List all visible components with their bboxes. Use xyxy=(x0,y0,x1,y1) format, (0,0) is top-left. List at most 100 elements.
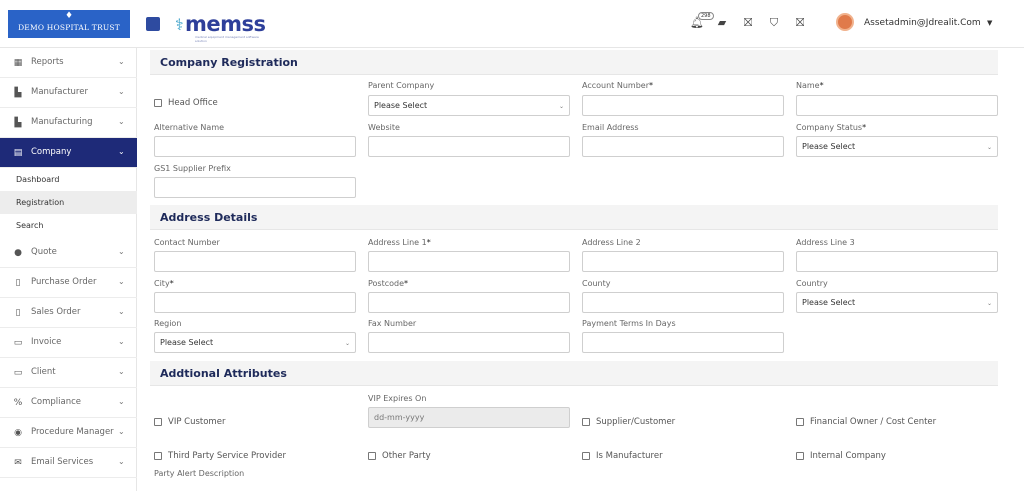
account-number-input[interactable] xyxy=(582,95,784,116)
checkbox-box[interactable] xyxy=(154,452,162,460)
sidebar-subitem-search[interactable]: Search xyxy=(0,214,137,237)
menu-toggle-button[interactable] xyxy=(146,17,160,31)
county-input[interactable] xyxy=(582,292,784,313)
chevron-down-icon: ⌄ xyxy=(986,144,992,151)
internal-company-checkbox[interactable]: Internal Company xyxy=(796,451,946,463)
financial-owner-checkbox[interactable]: Financial Owner / Cost Center xyxy=(796,417,996,429)
checkbox-box[interactable] xyxy=(154,99,162,107)
sidebar-item-invoice[interactable]: ▭ Invoice ⌄ xyxy=(0,328,137,358)
website-input[interactable] xyxy=(368,136,570,157)
section-additional-attributes: Addtional Attributes xyxy=(150,361,998,386)
sidebar-item-sales-order[interactable]: ▯ Sales Order ⌄ xyxy=(0,298,137,328)
hospital-logo[interactable]: ♦ DEMO HOSPITAL TRUST xyxy=(8,10,130,38)
gs1-input[interactable] xyxy=(154,177,356,198)
checkbox-box[interactable] xyxy=(154,418,162,426)
vip-expires-date-input[interactable]: dd-mm-yyyy xyxy=(368,407,570,428)
fax-number-input[interactable] xyxy=(368,332,570,353)
sidebar-item-label: Purchase Order xyxy=(31,277,97,287)
tools-icon[interactable]: ⛝ xyxy=(741,14,755,32)
is-manufacturer-checkbox[interactable]: Is Manufacturer xyxy=(582,451,722,463)
city-input[interactable] xyxy=(154,292,356,313)
chevron-down-icon: ⌄ xyxy=(558,103,564,110)
sidebar-item-purchase-order[interactable]: ▯ Purchase Order ⌄ xyxy=(0,268,137,298)
vip-customer-checkbox[interactable]: VIP Customer xyxy=(154,417,274,429)
checkbox-box[interactable] xyxy=(582,452,590,460)
settings-icon[interactable]: ⛝ xyxy=(793,14,807,32)
address-line-2-input[interactable] xyxy=(582,251,784,272)
chevron-down-icon: ⌄ xyxy=(118,367,125,376)
name-input[interactable] xyxy=(796,95,998,116)
section-address-details: Address Details xyxy=(150,205,998,230)
party-alert-label: Party Alert Description xyxy=(154,469,245,478)
sidebar-subitem-dashboard[interactable]: Dashboard xyxy=(0,168,137,191)
checkbox-box[interactable] xyxy=(796,452,804,460)
sidebar-item-procedure-manager[interactable]: ◉ Procedure Manager ⌄ xyxy=(0,418,137,448)
website-label: Website xyxy=(368,123,400,132)
address-line-2-label: Address Line 2 xyxy=(582,238,641,247)
avatar[interactable] xyxy=(836,13,854,31)
county-label: County xyxy=(582,279,611,288)
chevron-down-icon: ⌄ xyxy=(118,117,125,126)
main-content: Company Registration Parent Company Acco… xyxy=(150,48,1000,491)
hospital-logo-text: DEMO HOSPITAL TRUST xyxy=(18,23,120,32)
sidebar-item-quote[interactable]: ● Quote ⌄ xyxy=(0,238,137,268)
chevron-down-icon[interactable]: ▼ xyxy=(987,19,992,27)
postcode-input[interactable] xyxy=(368,292,570,313)
shield-icon[interactable]: ⛉ xyxy=(767,14,781,32)
sidebar-item-email-services[interactable]: ✉ Email Services ⌄ xyxy=(0,448,137,478)
sidebar-subitem-registration[interactable]: Registration xyxy=(0,191,137,214)
document-icon[interactable]: ▰ xyxy=(715,14,729,32)
chevron-down-icon: ⌄ xyxy=(344,340,350,347)
sidebar-item-reports[interactable]: ▦ Reports ⌄ xyxy=(0,48,137,78)
address-line-1-label: Address Line 1* xyxy=(368,238,431,247)
company-status-select[interactable]: Please Select ⌄ xyxy=(796,136,998,157)
contact-number-input[interactable] xyxy=(154,251,356,272)
notification-badge[interactable]: 298 xyxy=(698,12,714,20)
user-name[interactable]: Assetadmin@Jdrealit.Com xyxy=(864,18,981,28)
section-title: Company Registration xyxy=(160,56,298,69)
brand-name: memss xyxy=(185,12,266,36)
sidebar-item-label: Sales Order xyxy=(31,307,81,317)
other-party-checkbox[interactable]: Other Party xyxy=(368,451,488,463)
sidebar-item-company[interactable]: ▤ Company ⌄ xyxy=(0,138,137,168)
checkbox-box[interactable] xyxy=(796,418,804,426)
sidebar-item-client[interactable]: ▭ Client ⌄ xyxy=(0,358,137,388)
payment-terms-label: Payment Terms In Days xyxy=(582,319,676,328)
supplier-customer-checkbox[interactable]: Supplier/Customer xyxy=(582,417,722,429)
chevron-down-icon: ⌄ xyxy=(118,277,125,286)
email-input[interactable] xyxy=(582,136,784,157)
postcode-label: Postcode* xyxy=(368,279,409,288)
country-select[interactable]: Please Select ⌄ xyxy=(796,292,998,313)
sidebar-item-label: Email Services xyxy=(31,457,94,467)
third-party-checkbox[interactable]: Third Party Service Provider xyxy=(154,451,354,463)
sidebar-item-manufacturing[interactable]: ▙ Manufacturing ⌄ xyxy=(0,108,137,138)
chevron-down-icon: ⌄ xyxy=(118,337,125,346)
chevron-down-icon: ⌄ xyxy=(118,57,125,66)
compliance-icon: % xyxy=(13,398,23,408)
head-office-checkbox[interactable]: Head Office xyxy=(154,98,244,110)
sidebar-item-label: Quote xyxy=(31,247,57,257)
address-line-1-input[interactable] xyxy=(368,251,570,272)
checkbox-box[interactable] xyxy=(368,452,376,460)
alternative-name-input[interactable] xyxy=(154,136,356,157)
checkbox-box[interactable] xyxy=(582,418,590,426)
chevron-down-icon: ⌄ xyxy=(118,247,125,256)
chevron-down-icon: ⌄ xyxy=(118,397,125,406)
region-label: Region xyxy=(154,319,182,328)
payment-terms-input[interactable] xyxy=(582,332,784,353)
parent-company-label: Parent Company xyxy=(368,81,435,90)
parent-company-select[interactable]: Please Select ⌄ xyxy=(368,95,570,116)
brand-logo: ⚕ memss medical equipment management sof… xyxy=(175,12,267,43)
address-line-3-input[interactable] xyxy=(796,251,998,272)
building-icon: ▤ xyxy=(13,148,23,158)
brand-tagline: medical equipment management software so… xyxy=(195,35,259,43)
sidebar-item-manufacturer[interactable]: ▙ Manufacturer ⌄ xyxy=(0,78,137,108)
section-title: Address Details xyxy=(160,211,258,224)
mail-icon: ✉ xyxy=(14,458,22,468)
account-number-label: Account Number* xyxy=(582,81,653,90)
region-select[interactable]: Please Select ⌄ xyxy=(154,332,356,353)
sidebar: ▦ Reports ⌄ ▙ Manufacturer ⌄ ▙ Manufactu… xyxy=(0,48,137,491)
sidebar-item-compliance[interactable]: % Compliance ⌄ xyxy=(0,388,137,418)
chevron-down-icon: ⌄ xyxy=(118,457,125,466)
procedure-icon: ◉ xyxy=(14,428,22,438)
